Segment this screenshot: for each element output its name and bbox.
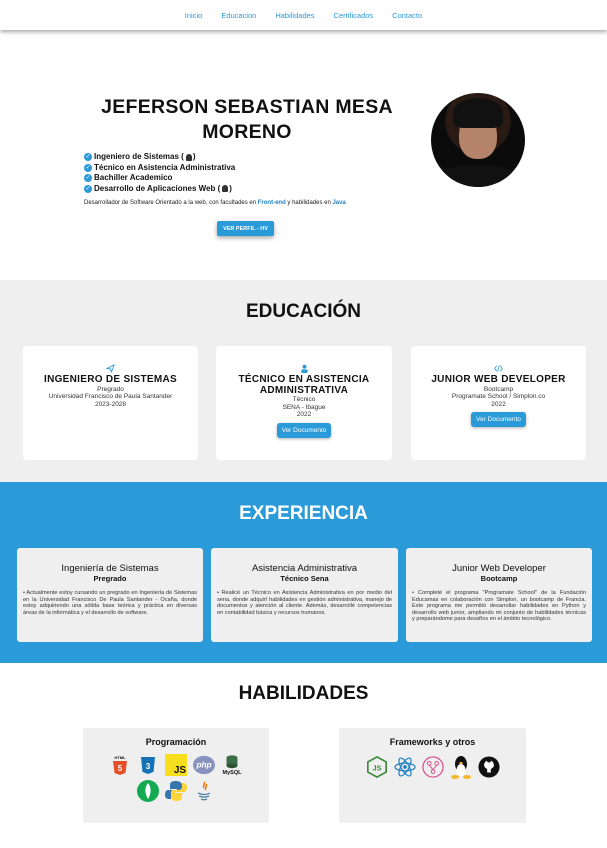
check-icon: ✓ <box>84 174 92 183</box>
education-card-title: JUNIOR WEB DEVELOPER <box>431 374 566 385</box>
frameworks-title: Frameworks y otros <box>389 737 476 747</box>
experience-card: Ingeniería de Sistemas Pregrado • Actual… <box>17 548 203 642</box>
top-nav: Inicio Educacion Habilidades Certificado… <box>0 0 607 30</box>
education-card-title: INGENIERO DE SISTEMAS <box>44 374 177 385</box>
education-card-type: Bootcamp <box>483 385 514 393</box>
nodejs-icon: JS <box>366 755 388 779</box>
education-card-years: 2023-2028 <box>94 400 127 408</box>
frameworks-card: Frameworks y otros JS <box>339 728 526 823</box>
view-document-button[interactable]: Ver Documento <box>471 412 526 427</box>
check-icon: ✓ <box>84 163 92 172</box>
user-icon <box>216 364 392 373</box>
mysql-label: MySQL <box>223 770 243 776</box>
education-card-type: Técnico <box>292 396 316 403</box>
nav-contacto[interactable]: Contacto <box>392 11 422 20</box>
role-suffix: ) <box>192 152 196 161</box>
education-card: TÉCNICO EN ASISTENCIA ADMINISTRATIVA Téc… <box>216 346 392 460</box>
mongodb-icon <box>137 780 159 802</box>
role-text: Técnico en Asistencia Administrativa <box>94 162 236 172</box>
experience-card-text: • Realicé un Técnico en Asistencia Admin… <box>217 590 392 616</box>
roles-list: ✓ Ingeniero de Sistemas ( ) ✓ Técnico en… <box>84 152 235 194</box>
role-item: ✓ Ingeniero de Sistemas ( ) <box>84 152 235 163</box>
profile-photo <box>431 93 525 187</box>
education-card-type: Pregrado <box>97 385 124 393</box>
role-text: Ingeniero de Sistemas ( <box>94 152 184 161</box>
html5-label: HTML <box>114 755 126 760</box>
role-item: ✓ Bachiller Academico <box>84 173 235 184</box>
linux-icon <box>450 756 472 779</box>
role-item: ✓ Desarrollo de Aplicaciones Web ( ) <box>84 184 235 195</box>
skills-title: HABILIDADES <box>238 683 369 704</box>
role-suffix: ) <box>229 183 232 193</box>
role-item: ✓ Técnico en Asistencia Administrativa <box>84 163 235 174</box>
experience-card-text: • Actualmente estoy cursando un pregrado… <box>23 590 197 616</box>
github-icon <box>477 756 500 778</box>
education-card-institution: Universidad Francisco de Paula Santander <box>48 393 173 400</box>
css3-icon: 3 <box>137 754 159 776</box>
education-section: EDUCACIÓN INGENIERO DE SISTEMAS Pregrado… <box>0 280 607 482</box>
php-icon: php <box>193 754 215 776</box>
hero-section: JEFERSON SEBASTIAN MESA MORENO ✓ Ingenie… <box>0 30 607 280</box>
experience-card-title: Asistencia Administrativa <box>251 563 358 574</box>
view-profile-button[interactable]: VER PERFIL - HV <box>217 221 274 236</box>
experience-card: Asistencia Administrativa Técnico Sena •… <box>211 548 398 642</box>
react-icon <box>393 756 416 778</box>
education-card-years: 2022 <box>491 400 506 408</box>
php-label: php <box>195 761 211 770</box>
education-card-institution: SENA - Ibague <box>282 403 326 411</box>
nav-inicio[interactable]: Inicio <box>185 11 203 20</box>
education-card-title: TÉCNICO EN ASISTENCIA ADMINISTRATIVA <box>238 374 370 396</box>
person-icon <box>222 185 229 193</box>
tagline-text: y habilidades en <box>285 200 333 206</box>
nav-certificados[interactable]: Certificados <box>334 11 374 20</box>
experience-card-subtitle: Bootcamp <box>480 574 518 583</box>
git-icon <box>421 756 444 778</box>
experience-section: EXPERIENCIA Ingeniería de Sistemas Pregr… <box>0 482 607 663</box>
experience-card: Junior Web Developer Bootcamp • Completé… <box>406 548 592 642</box>
education-card: JUNIOR WEB DEVELOPER Bootcamp Programate… <box>411 346 586 460</box>
experience-card-title: Ingeniería de Sistemas <box>61 563 159 574</box>
java-icon <box>193 780 215 802</box>
experience-card-subtitle: Pregrado <box>93 574 127 583</box>
nav-educacion[interactable]: Educacion <box>221 11 256 20</box>
nav-habilidades[interactable]: Habilidades <box>275 11 314 20</box>
hero-name: JEFERSON SEBASTIAN MESA MORENO <box>101 96 393 143</box>
programming-card: Programación HTML 5 3 JS php MySQL <box>83 728 269 823</box>
tagline-highlight-frontend: Front-end <box>257 200 286 206</box>
education-card-institution: Programate School / Simplon.co <box>451 393 546 400</box>
experience-card-subtitle: Técnico Sena <box>280 574 329 583</box>
education-card: INGENIERO DE SISTEMAS Pregrado Universid… <box>23 346 198 460</box>
svg-text:3: 3 <box>146 762 151 771</box>
nodejs-label: JS <box>372 764 381 773</box>
view-document-button[interactable]: Ver Documento <box>276 422 332 438</box>
tagline-text: Desarrollador de Software Orientado a la… <box>84 200 258 206</box>
education-title: EDUCACIÓN <box>245 301 362 322</box>
experience-card-title: Junior Web Developer <box>452 563 546 574</box>
python-icon <box>165 780 187 802</box>
programming-title: Programación <box>145 737 207 747</box>
education-card-years: 2022 <box>296 411 312 418</box>
svg-text:5: 5 <box>118 764 123 773</box>
experience-card-text: • Completé el programa "Programate Schoo… <box>412 590 586 622</box>
role-text: Bachiller Academico <box>94 173 173 182</box>
hero-tagline: Desarrollador de Software Orientado a la… <box>84 200 346 206</box>
person-icon <box>185 153 192 161</box>
experience-title: EXPERIENCIA <box>239 503 368 524</box>
js-icon: JS <box>165 754 187 776</box>
paper-plane-icon <box>23 363 198 374</box>
code-icon <box>411 364 586 373</box>
check-icon: ✓ <box>84 184 92 193</box>
skills-section: HABILIDADES Programación HTML 5 3 JS php … <box>0 663 607 848</box>
tagline-highlight-java: Java <box>332 200 346 206</box>
check-icon: ✓ <box>84 153 92 162</box>
html5-icon: HTML 5 <box>109 754 131 776</box>
role-text: Desarrollo de Aplicaciones Web ( <box>94 183 221 193</box>
mysql-icon: MySQL <box>221 754 243 776</box>
js-label: JS <box>174 765 187 776</box>
